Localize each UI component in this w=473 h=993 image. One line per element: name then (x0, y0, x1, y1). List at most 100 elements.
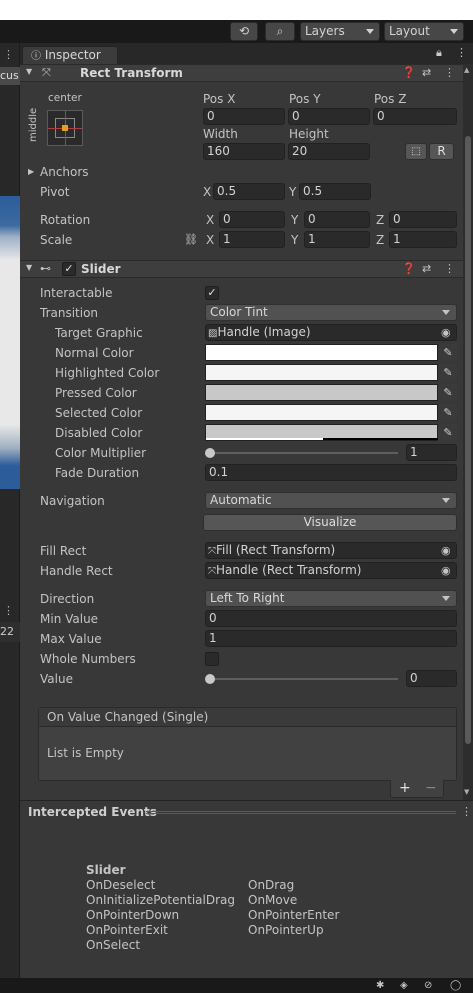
component-menu-icon[interactable]: ⋮ (444, 262, 455, 275)
color-multiplier-handle[interactable] (205, 448, 215, 458)
rotation-z-field[interactable]: 0 (389, 211, 457, 228)
event-item: OnPointerDown (86, 908, 180, 922)
anchor-horizontal-label: center (48, 92, 82, 104)
value-track[interactable] (208, 678, 398, 680)
panel-menu-icon[interactable]: ⋮ (461, 805, 472, 818)
layers-status-icon[interactable]: ◈ (400, 980, 408, 991)
history-button[interactable]: ⟲ (230, 22, 258, 41)
scroll-up-icon[interactable]: ▲ (464, 66, 469, 74)
tab-inspector[interactable]: ⓘ Inspector (22, 46, 118, 64)
whole-numbers-label: Whole Numbers (40, 652, 136, 666)
intercepted-events-header[interactable]: Intercepted Events ⋮ (20, 800, 473, 822)
object-picker-icon[interactable]: ◉ (441, 544, 451, 557)
presets-icon[interactable]: ⇄ (422, 66, 431, 79)
anchors-label[interactable]: Anchors (40, 165, 89, 179)
panel-menu-icon[interactable]: ⋮ (3, 48, 14, 61)
normal-color-swatch[interactable] (205, 344, 438, 361)
tab-label: Inspector (44, 48, 101, 62)
slider-enabled-checkbox[interactable]: ✓ (62, 262, 76, 276)
header-divider (146, 811, 456, 814)
search-button[interactable]: ⌕ (265, 22, 295, 41)
transition-dropdown[interactable]: Color Tint (205, 304, 457, 321)
scale-y-field[interactable]: 1 (304, 231, 370, 248)
fill-rect-field[interactable]: ⤧Fill (Rect Transform) (205, 542, 457, 559)
scrollbar-thumb[interactable] (465, 136, 471, 744)
target-graphic-label: Target Graphic (55, 326, 143, 340)
handle-rect-field[interactable]: ⤧Handle (Rect Transform) (205, 562, 457, 579)
pos-z-field[interactable]: 0 (373, 108, 457, 125)
foldout-arrow-icon[interactable]: ▼ (26, 67, 32, 76)
raw-edit-button[interactable]: R (429, 143, 454, 160)
scale-z-field[interactable]: 1 (389, 231, 457, 248)
progress-icon[interactable]: ◯ (450, 980, 461, 991)
color-multiplier-field[interactable]: 1 (406, 444, 457, 461)
blueprint-mode-button[interactable]: ⬚ (405, 143, 427, 160)
pressed-color-swatch[interactable] (205, 384, 438, 401)
value-handle[interactable] (205, 674, 215, 684)
scroll-down-icon[interactable]: ▼ (464, 788, 469, 796)
interactable-checkbox[interactable]: ✓ (205, 286, 219, 300)
panel-menu-icon[interactable]: ⋮ (3, 604, 14, 617)
selected-color-swatch[interactable] (205, 404, 438, 421)
eyedropper-icon[interactable]: ✎ (439, 384, 457, 401)
pos-y-label: Pos Y (289, 92, 321, 106)
rotation-x-field[interactable]: 0 (219, 211, 285, 228)
help-icon[interactable]: ❓ (402, 66, 416, 79)
anchors-foldout-icon[interactable]: ▶ (28, 167, 34, 176)
whole-numbers-checkbox[interactable] (205, 652, 219, 666)
foldout-arrow-icon[interactable]: ▼ (26, 263, 32, 272)
direction-dropdown[interactable]: Left To Right (205, 590, 457, 607)
visualize-button[interactable]: Visualize (203, 514, 457, 531)
pos-x-field[interactable]: 0 (203, 108, 285, 125)
eyedropper-icon[interactable]: ✎ (439, 344, 457, 361)
target-graphic-field[interactable]: ▨Handle (Image) (205, 324, 457, 341)
component-menu-icon[interactable]: ⋮ (444, 66, 455, 79)
object-picker-icon[interactable]: ◉ (441, 326, 451, 339)
eyedropper-icon[interactable]: ✎ (439, 404, 457, 421)
pos-y-field[interactable]: 0 (288, 108, 370, 125)
pivot-x-field[interactable]: 0.5 (213, 183, 285, 200)
direction-label: Direction (40, 592, 95, 606)
left-tab-partial[interactable]: cus (0, 67, 20, 85)
anchor-presets-button[interactable] (47, 110, 83, 146)
pos-x-label: Pos X (203, 92, 236, 106)
layout-dropdown[interactable]: Layout (384, 22, 464, 41)
width-field[interactable]: 160 (203, 143, 285, 160)
scale-x-field[interactable]: 1 (219, 231, 285, 248)
help-icon[interactable]: ❓ (402, 262, 416, 275)
transition-label: Transition (40, 306, 99, 320)
value-field[interactable]: 0 (406, 670, 457, 687)
rect-transform-header[interactable]: ▼ ⤧ Rect Transform ❓ ⇄ ⋮ (20, 64, 463, 82)
rotation-y-label: Y (291, 213, 299, 227)
rotation-y-field[interactable]: 0 (304, 211, 370, 228)
color-multiplier-track[interactable] (208, 452, 398, 454)
top-toolbar: ⟲ ⌕ Layers Layout (0, 20, 473, 43)
navigation-dropdown[interactable]: Automatic (205, 492, 457, 509)
fade-duration-label: Fade Duration (55, 466, 140, 480)
object-picker-icon[interactable]: ◉ (441, 564, 451, 577)
height-field[interactable]: 20 (288, 143, 370, 160)
width-label: Width (203, 127, 238, 141)
eyedropper-icon[interactable]: ✎ (439, 364, 457, 381)
pivot-y-field[interactable]: 0.5 (299, 183, 371, 200)
search-icon: ⌕ (276, 24, 284, 38)
rotation-z-label: Z (376, 213, 385, 227)
layers-dropdown[interactable]: Layers (300, 22, 380, 41)
highlighted-color-swatch[interactable] (205, 364, 438, 381)
max-value-field[interactable]: 1 (205, 630, 457, 647)
disabled-color-swatch[interactable] (205, 424, 438, 441)
remove-event-button[interactable]: − (425, 780, 437, 796)
inspector-scrollbar[interactable]: ▲ ▼ (463, 64, 473, 800)
fade-duration-field[interactable]: 0.1 (205, 464, 457, 481)
bug-icon[interactable]: ✱ (376, 980, 384, 991)
debug-icon[interactable]: ⊘ (424, 980, 432, 991)
min-value-label: Min Value (40, 612, 99, 626)
eyedropper-icon[interactable]: ✎ (439, 424, 457, 441)
add-event-button[interactable]: + (399, 780, 411, 796)
lock-icon[interactable]: 🔒︎ (436, 46, 442, 60)
constrain-proportions-icon[interactable]: ⛓ (184, 233, 198, 246)
presets-icon[interactable]: ⇄ (422, 262, 431, 275)
min-value-field[interactable]: 0 (205, 610, 457, 627)
slider-header[interactable]: ▼ ⊷ ✓ Slider ❓ ⇄ ⋮ (20, 260, 463, 278)
tab-menu-icon[interactable]: ⋮ (456, 46, 467, 59)
